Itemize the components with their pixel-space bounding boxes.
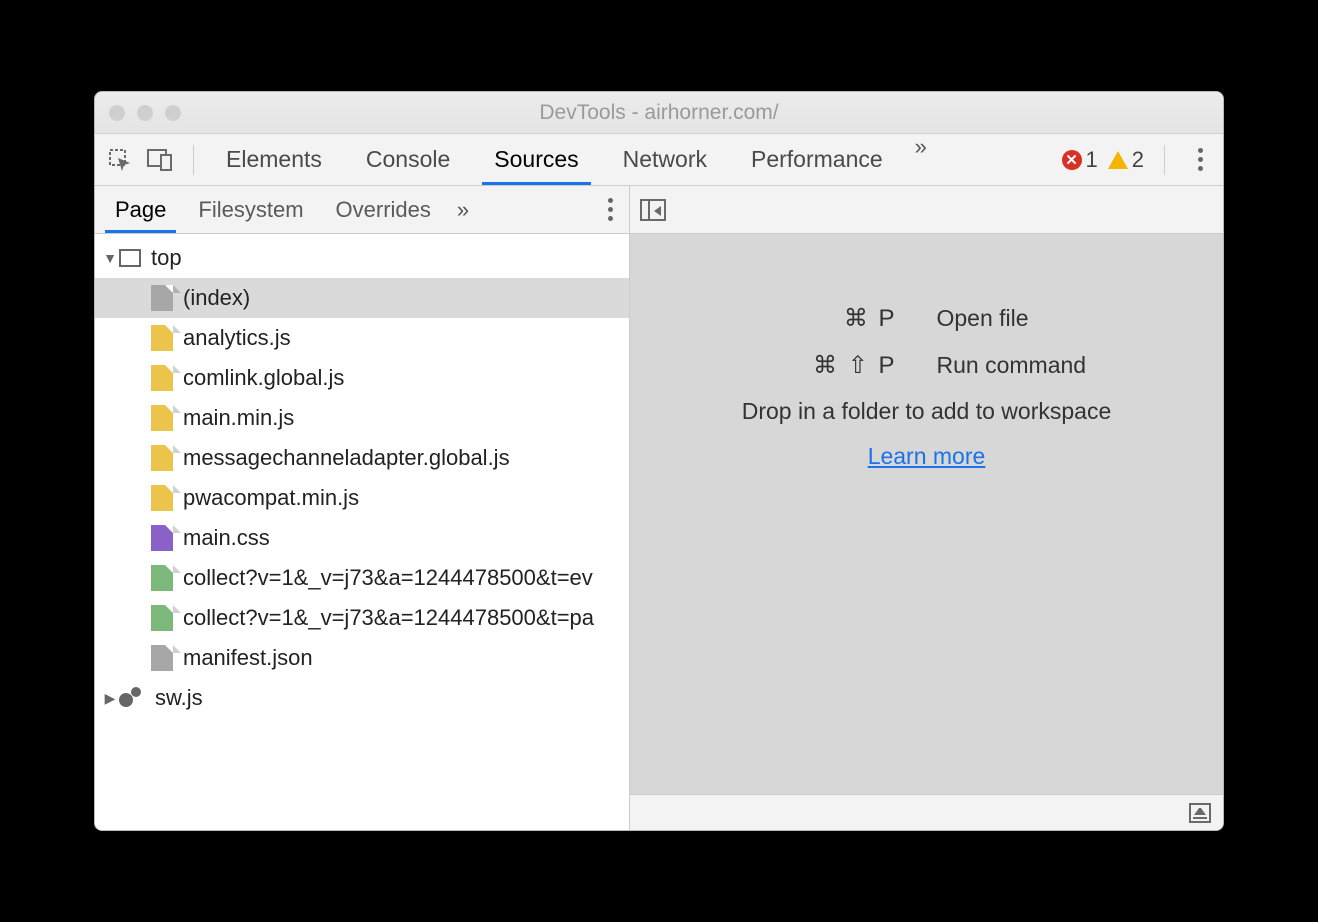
tree-file[interactable]: messagechanneladapter.global.js xyxy=(95,438,629,478)
warning-icon xyxy=(1108,151,1128,169)
js-file-icon xyxy=(151,405,173,431)
js-file-icon xyxy=(151,325,173,351)
inspect-element-icon[interactable] xyxy=(103,143,137,177)
service-worker-icon xyxy=(119,685,145,711)
panel-body: Page Filesystem Overrides » ▼ top (index… xyxy=(95,186,1223,830)
tree-label: pwacompat.min.js xyxy=(183,485,359,511)
tree-label: top xyxy=(151,245,182,271)
tree-label: comlink.global.js xyxy=(183,365,344,391)
tree-file[interactable]: pwacompat.min.js xyxy=(95,478,629,518)
shortcut-keys: ⌘ ⇧ P xyxy=(677,351,897,380)
tab-console[interactable]: Console xyxy=(344,134,472,185)
js-file-icon xyxy=(151,365,173,391)
network-file-icon xyxy=(151,605,173,631)
tree-label: messagechanneladapter.global.js xyxy=(183,445,510,471)
separator xyxy=(193,145,194,175)
toggle-drawer-icon[interactable] xyxy=(1189,803,1211,823)
error-icon: ✕ xyxy=(1062,150,1082,170)
shortcut-desc: Open file xyxy=(937,305,1177,332)
tree-label: collect?v=1&_v=j73&a=1244478500&t=pa xyxy=(183,605,594,631)
subtab-filesystem[interactable]: Filesystem xyxy=(182,186,319,233)
tree-frame-top[interactable]: ▼ top xyxy=(95,238,629,278)
titlebar: DevTools - airhorner.com/ xyxy=(95,92,1223,134)
shortcut-row: ⌘ P Open file xyxy=(677,304,1177,333)
tree-label: analytics.js xyxy=(183,325,291,351)
editor-tabbar xyxy=(630,186,1223,234)
close-window-button[interactable] xyxy=(109,105,125,121)
frame-icon xyxy=(119,249,141,267)
warning-count: 2 xyxy=(1132,147,1144,173)
tab-sources[interactable]: Sources xyxy=(472,134,600,185)
zoom-window-button[interactable] xyxy=(165,105,181,121)
expand-arrow-icon[interactable]: ▶ xyxy=(101,690,119,707)
tree-file[interactable]: manifest.json xyxy=(95,638,629,678)
window-title: DevTools - airhorner.com/ xyxy=(95,101,1223,125)
warning-count-badge[interactable]: 2 xyxy=(1108,147,1144,173)
expand-arrow-icon[interactable]: ▼ xyxy=(101,250,119,266)
devtools-window: DevTools - airhorner.com/ Elements Conso… xyxy=(94,91,1224,831)
js-file-icon xyxy=(151,485,173,511)
main-toolbar: Elements Console Sources Network Perform… xyxy=(95,134,1223,186)
drop-hint: Drop in a folder to add to workspace xyxy=(742,398,1111,425)
network-file-icon xyxy=(151,565,173,591)
subtab-page[interactable]: Page xyxy=(99,186,182,233)
tree-label: sw.js xyxy=(155,685,203,711)
minimize-window-button[interactable] xyxy=(137,105,153,121)
separator xyxy=(1164,145,1165,175)
tree-worker[interactable]: ▶ sw.js xyxy=(95,678,629,718)
learn-more-link[interactable]: Learn more xyxy=(868,443,986,470)
error-count-badge[interactable]: ✕ 1 xyxy=(1062,147,1098,173)
tree-file[interactable]: main.min.js xyxy=(95,398,629,438)
js-file-icon xyxy=(151,445,173,471)
tree-file[interactable]: collect?v=1&_v=j73&a=1244478500&t=pa xyxy=(95,598,629,638)
window-controls xyxy=(109,105,181,121)
shortcut-desc: Run command xyxy=(937,352,1177,379)
tree-label: (index) xyxy=(183,285,250,311)
tree-label: main.css xyxy=(183,525,270,551)
tree-label: manifest.json xyxy=(183,645,313,671)
editor-placeholder: ⌘ P Open file ⌘ ⇧ P Run command Drop in … xyxy=(630,234,1223,794)
navigator-menu-icon[interactable] xyxy=(595,192,625,227)
tree-file[interactable]: comlink.global.js xyxy=(95,358,629,398)
navigator-tabs: Page Filesystem Overrides » xyxy=(95,186,629,234)
tabs-overflow-icon[interactable]: » xyxy=(905,134,933,185)
tab-elements[interactable]: Elements xyxy=(204,134,344,185)
navigator-pane: Page Filesystem Overrides » ▼ top (index… xyxy=(95,186,630,830)
tree-file[interactable]: analytics.js xyxy=(95,318,629,358)
document-icon xyxy=(151,285,173,311)
error-count: 1 xyxy=(1086,147,1098,173)
tree-file[interactable]: (index) xyxy=(95,278,629,318)
document-icon xyxy=(151,645,173,671)
tree-file[interactable]: collect?v=1&_v=j73&a=1244478500&t=ev xyxy=(95,558,629,598)
tab-performance[interactable]: Performance xyxy=(729,134,905,185)
toggle-navigator-icon[interactable] xyxy=(640,199,666,221)
shortcut-row: ⌘ ⇧ P Run command xyxy=(677,351,1177,380)
css-file-icon xyxy=(151,525,173,551)
subtab-overrides[interactable]: Overrides xyxy=(320,186,447,233)
editor-pane: ⌘ P Open file ⌘ ⇧ P Run command Drop in … xyxy=(630,186,1223,830)
main-tabs: Elements Console Sources Network Perform… xyxy=(204,134,933,185)
editor-footer xyxy=(630,794,1223,830)
tab-network[interactable]: Network xyxy=(601,134,729,185)
shortcut-keys: ⌘ P xyxy=(677,304,897,333)
subtabs-overflow-icon[interactable]: » xyxy=(447,197,475,223)
tree-file[interactable]: main.css xyxy=(95,518,629,558)
settings-menu-icon[interactable] xyxy=(1185,142,1215,177)
tree-label: main.min.js xyxy=(183,405,294,431)
file-tree: ▼ top (index) analytics.js comlink.globa… xyxy=(95,234,629,830)
tree-label: collect?v=1&_v=j73&a=1244478500&t=ev xyxy=(183,565,593,591)
device-toolbar-icon[interactable] xyxy=(143,143,177,177)
